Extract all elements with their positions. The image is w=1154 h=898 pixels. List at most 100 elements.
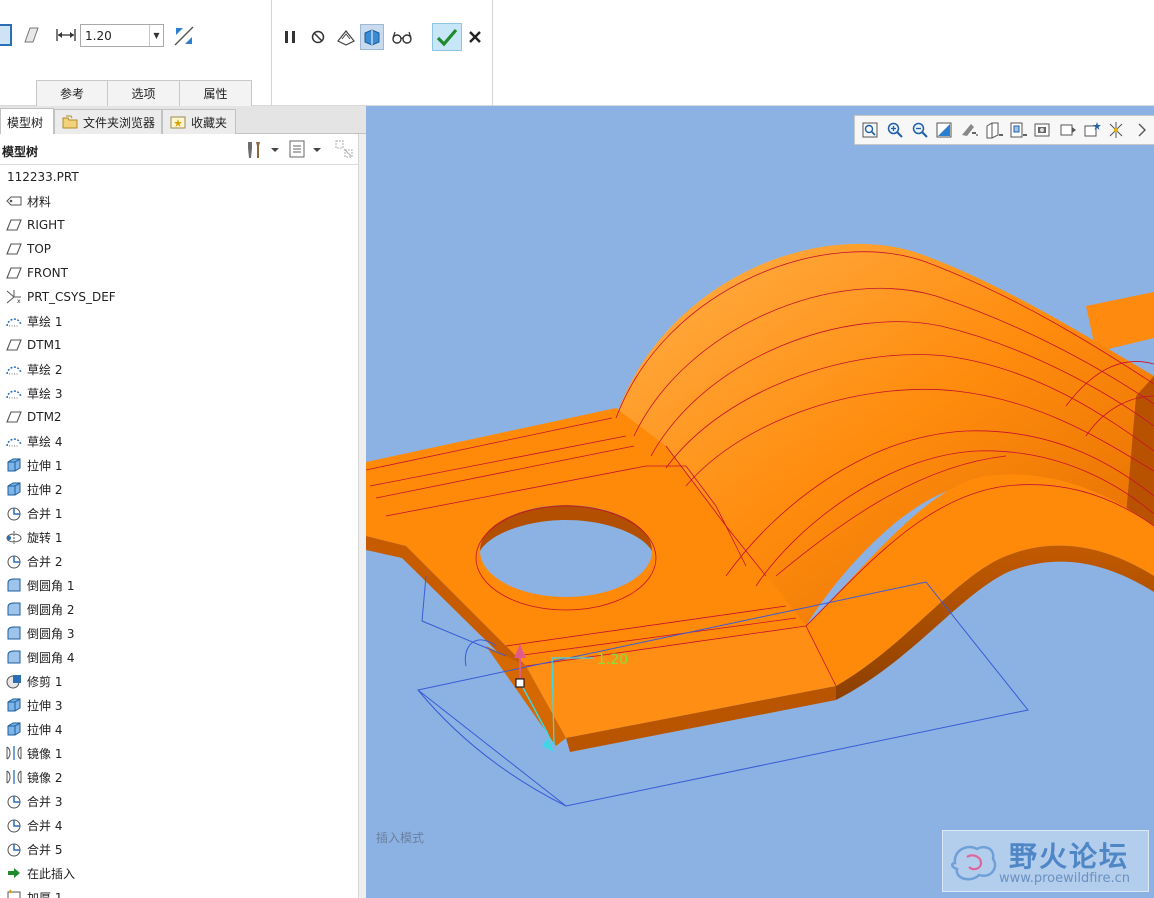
glasses-icon — [392, 31, 412, 44]
tree-item[interactable]: 镜像 2 — [0, 765, 358, 789]
tree-item[interactable]: x PRT_CSYS_DEF — [0, 285, 358, 309]
annotation-display-icon — [1084, 122, 1102, 137]
thickness-dimension-label[interactable]: 1.20 — [597, 652, 628, 668]
attached-preview-icon — [337, 30, 355, 46]
zoom-in-icon — [887, 122, 903, 138]
cancel-button[interactable] — [464, 23, 486, 51]
tree-item-label: 镜像 1 — [27, 746, 63, 761]
zoom-in-button[interactable] — [883, 118, 908, 142]
tree-item-label: 112233.PRT — [7, 170, 79, 184]
datum-plane-icon — [5, 409, 23, 425]
no-preview-button[interactable] — [306, 24, 330, 50]
navigator-panel: 模型树 文件夹浏览器 收藏夹 模型树 112233.PRT 材料 RIGHT TOP F… — [0, 106, 366, 898]
tab-favorites[interactable]: 收藏夹 — [162, 109, 236, 134]
tree-item[interactable]: 拉伸 1 — [0, 453, 358, 477]
datum-display-icon — [1109, 122, 1123, 138]
saved-views-button[interactable] — [981, 118, 1006, 142]
solid-thicken-icon[interactable] — [0, 24, 12, 46]
tree-item[interactable]: 草绘 2 — [0, 357, 358, 381]
tree-item[interactable]: 合并 3 — [0, 789, 358, 813]
perspective-button[interactable] — [1031, 118, 1056, 142]
close-icon — [469, 31, 481, 43]
pause-icon — [285, 31, 295, 43]
surface-icon[interactable] — [22, 26, 40, 44]
detached-preview-button[interactable] — [360, 24, 384, 50]
flip-direction-icon[interactable] — [172, 24, 196, 48]
tree-settings-dropdown-icon[interactable] — [271, 148, 279, 152]
tree-settings-icon[interactable] — [244, 140, 264, 160]
dashboard-tabs: 参考 选项 属性 — [36, 80, 252, 106]
tree-item[interactable]: 合并 1 — [0, 501, 358, 525]
tree-item-label: 旋转 1 — [27, 530, 63, 545]
tree-item-label: 拉伸 1 — [27, 458, 63, 473]
datum-display-button[interactable] — [1105, 118, 1130, 142]
tab-model-tree[interactable]: 模型树 — [0, 108, 54, 135]
part-model-3d[interactable] — [366, 106, 1154, 898]
refit-button[interactable] — [858, 118, 883, 142]
app-window: 1.20 ▼ 参考 选项 属性 模型树 文件夹浏览器 收藏夹 模型树 11223… — [0, 0, 1154, 898]
tree-item[interactable]: 加厚 1 — [0, 885, 358, 898]
repaint-button[interactable] — [932, 118, 957, 142]
tab-options[interactable]: 选项 — [108, 80, 180, 106]
navigator-tabs: 模型树 文件夹浏览器 收藏夹 — [0, 106, 366, 135]
tree-item[interactable]: 合并 5 — [0, 837, 358, 861]
tree-item-label: 合并 2 — [27, 554, 63, 569]
tree-item[interactable]: 在此插入 — [0, 861, 358, 885]
zoom-out-button[interactable] — [907, 118, 932, 142]
tree-item[interactable]: 材料 — [0, 189, 358, 213]
repaint-icon — [936, 122, 952, 138]
tree-item[interactable]: 修剪 1 — [0, 669, 358, 693]
tree-item[interactable]: RIGHT — [0, 213, 358, 237]
tree-item[interactable]: 倒圆角 2 — [0, 597, 358, 621]
ok-button[interactable] — [432, 23, 462, 51]
tab-folder-browser[interactable]: 文件夹浏览器 — [54, 109, 162, 134]
verify-mode-button[interactable] — [390, 24, 414, 50]
tree-item[interactable]: 拉伸 3 — [0, 693, 358, 717]
view-manager-icon — [1010, 122, 1028, 138]
tree-show-icon[interactable] — [288, 139, 306, 159]
tree-item[interactable]: DTM1 — [0, 333, 358, 357]
tree-item[interactable]: 拉伸 2 — [0, 477, 358, 501]
tree-item[interactable]: 草绘 1 — [0, 309, 358, 333]
graphics-window[interactable]: 1.20 插入模式 野火论坛 www.proewildfire.cn — [366, 106, 1154, 898]
tree-item-label: 倒圆角 2 — [27, 602, 75, 617]
forum-logo-icon — [951, 845, 997, 881]
tree-item[interactable]: DTM2 — [0, 405, 358, 429]
tree-item[interactable]: 倒圆角 1 — [0, 573, 358, 597]
view-manager-button[interactable] — [1006, 118, 1031, 142]
annotation-display-button[interactable] — [1080, 118, 1105, 142]
more-views-button[interactable] — [1129, 118, 1154, 142]
tree-item-label: 倒圆角 1 — [27, 578, 75, 593]
tree-item[interactable]: FRONT — [0, 261, 358, 285]
watermark-url: www.proewildfire.cn — [999, 871, 1130, 886]
tree-item-label: 草绘 2 — [27, 362, 63, 377]
tab-properties[interactable]: 属性 — [180, 80, 252, 106]
tree-item-label: TOP — [27, 242, 52, 256]
merge-icon — [5, 793, 23, 809]
thickness-dimension-icon — [56, 29, 76, 41]
tree-item[interactable]: 镜像 1 — [0, 741, 358, 765]
tree-item[interactable]: 旋转 1 — [0, 525, 358, 549]
tree-item-label: 倒圆角 3 — [27, 626, 75, 641]
tree-item[interactable]: 112233.PRT — [0, 165, 358, 189]
tree-item[interactable]: 草绘 4 — [0, 429, 358, 453]
tree-show-dropdown-icon[interactable] — [313, 148, 321, 152]
thickness-input[interactable]: 1.20 ▼ — [80, 24, 164, 47]
tree-item[interactable]: TOP — [0, 237, 358, 261]
model-tree-scrollbar[interactable] — [358, 134, 366, 898]
pause-button[interactable] — [278, 24, 302, 50]
spin-center-button[interactable] — [1055, 118, 1080, 142]
tree-item[interactable]: 合并 2 — [0, 549, 358, 573]
tree-item[interactable]: 草绘 3 — [0, 381, 358, 405]
tree-item-label: RIGHT — [27, 218, 65, 232]
attached-preview-button[interactable] — [334, 24, 358, 50]
tree-item[interactable]: 合并 4 — [0, 813, 358, 837]
tree-item[interactable]: 倒圆角 3 — [0, 621, 358, 645]
tree-filter-icon[interactable] — [334, 139, 354, 159]
display-style-button[interactable] — [957, 118, 982, 142]
tab-references[interactable]: 参考 — [36, 80, 108, 106]
tree-item[interactable]: 倒圆角 4 — [0, 645, 358, 669]
chevron-down-icon[interactable]: ▼ — [149, 25, 163, 46]
tree-item[interactable]: 拉伸 4 — [0, 717, 358, 741]
checkmark-icon — [436, 28, 458, 47]
